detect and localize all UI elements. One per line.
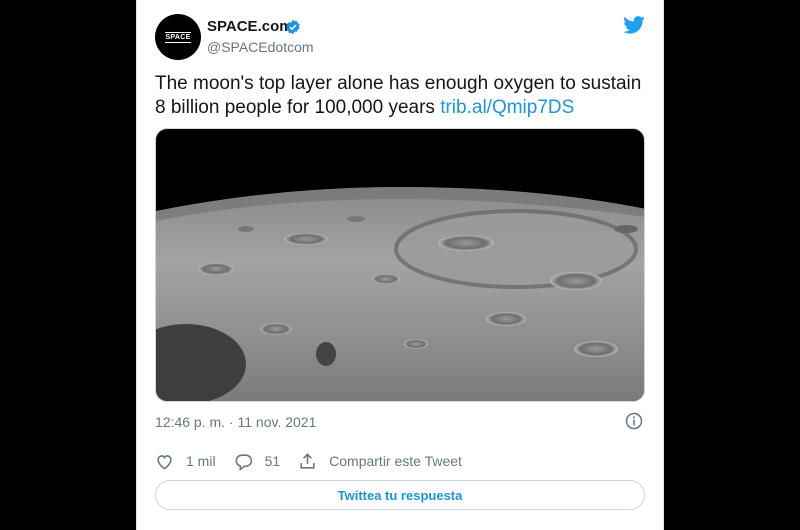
like-button[interactable]: 1 mil <box>155 452 216 471</box>
moon-surface-image <box>156 129 644 401</box>
tweet-timestamp[interactable]: 12:46 p. m. · 11 nov. 2021 <box>155 414 316 430</box>
like-count: 1 mil <box>186 453 216 469</box>
twitter-bird-icon[interactable] <box>623 16 645 34</box>
reply-count: 51 <box>264 453 281 469</box>
verified-badge-icon <box>286 19 300 35</box>
compose-reply-button[interactable]: Twittea tu respuesta <box>155 480 645 510</box>
tweet-actions: 1 mil 51 Compartir este Tweet <box>155 448 480 474</box>
author-display-name[interactable]: SPACE.com <box>207 18 293 35</box>
author-handle[interactable]: @SPACEdotcom <box>207 39 314 55</box>
reply-icon <box>235 453 252 471</box>
share-icon <box>300 452 315 469</box>
info-icon[interactable] <box>625 412 643 430</box>
share-button[interactable]: Compartir este Tweet <box>298 452 462 471</box>
tweet-text: The moon's top layer alone has enough ox… <box>155 72 651 120</box>
reply-button[interactable]: 51 <box>234 452 281 471</box>
tweet-link[interactable]: trib.al/Qmip7DS <box>440 97 574 118</box>
avatar-logo-text: SPACE <box>165 31 191 43</box>
tweet-card: SPACE SPACE.com @SPACEdotcom The moon's … <box>136 0 664 530</box>
avatar[interactable]: SPACE <box>155 14 201 60</box>
heart-icon <box>157 454 172 470</box>
tweet-media-image[interactable] <box>155 128 645 402</box>
share-label: Compartir este Tweet <box>329 453 462 469</box>
